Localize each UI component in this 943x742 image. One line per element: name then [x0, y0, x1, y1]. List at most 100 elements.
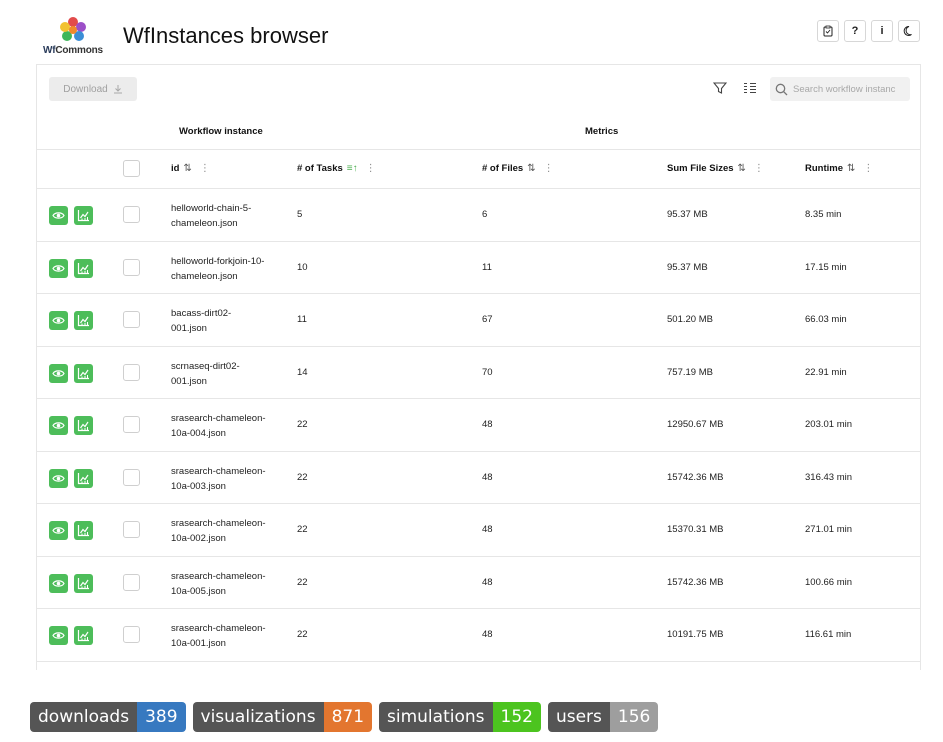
- tasks-count: 22: [297, 576, 308, 588]
- page-title: WfInstances browser: [123, 23, 329, 48]
- sort-icon[interactable]: ⇅: [183, 163, 191, 174]
- row-checkbox[interactable]: [123, 311, 140, 328]
- view-button[interactable]: [49, 206, 68, 225]
- wfcommons-logo[interactable]: WfCommons: [40, 16, 108, 60]
- tasks-count: 11: [297, 314, 307, 325]
- sort-icon[interactable]: ⇅: [847, 163, 855, 174]
- eye-icon: [52, 579, 65, 587]
- row-checkbox[interactable]: [123, 416, 140, 433]
- table-row[interactable]: scrnaseq-dirt02- 001.json 14 70 757.19 MB…: [37, 347, 920, 399]
- view-button[interactable]: [49, 416, 68, 435]
- table-row[interactable]: srasearch-chameleon- 10a-001.json 22 48 1…: [37, 609, 920, 662]
- table-row[interactable]: bacass-dirt02- 001.json 11 67 501.20 MB 6…: [37, 294, 920, 347]
- file-sizes: 501.20 MB: [667, 314, 713, 325]
- tasks-count: 10: [297, 261, 308, 273]
- tasks-count: 22: [297, 629, 308, 640]
- column-menu-icon[interactable]: ⋮: [544, 163, 554, 174]
- eye-icon: [52, 474, 65, 482]
- sort-icon[interactable]: ⇅: [527, 163, 535, 174]
- runtime: 316.43 min: [805, 471, 853, 483]
- table-row[interactable]: srasearch-chameleon- 10a-004.json 22 48 1…: [37, 399, 920, 452]
- table-row[interactable]: helloworld-chain-5- chameleon.json 5 6 95…: [37, 189, 920, 242]
- column-header-id[interactable]: id ⇅ ⋮: [171, 163, 210, 174]
- files-count: 70: [482, 366, 493, 378]
- row-checkbox[interactable]: [123, 206, 140, 223]
- visualize-button[interactable]: [74, 573, 93, 593]
- search-field[interactable]: [770, 77, 910, 101]
- file-sizes: 15742.36 MB: [667, 576, 724, 588]
- files-count: 48: [482, 524, 493, 535]
- view-button[interactable]: [49, 573, 68, 593]
- density-icon[interactable]: [743, 82, 757, 94]
- info-button[interactable]: i: [871, 20, 893, 42]
- instance-id: helloworld-chain-5- chameleon.json: [171, 203, 252, 229]
- view-button[interactable]: [49, 521, 68, 540]
- visualize-button[interactable]: [74, 521, 93, 540]
- chart-icon: [77, 525, 89, 537]
- column-menu-icon[interactable]: ⋮: [200, 163, 210, 174]
- badge-users: users 156: [547, 702, 659, 732]
- search-icon: [775, 83, 788, 95]
- row-checkbox[interactable]: [123, 573, 140, 591]
- table-row[interactable]: srasearch-chameleon- 10a-005.json 22 48 1…: [37, 557, 920, 609]
- badge-simulations: simulations 152: [379, 702, 541, 732]
- info-icon: i: [880, 25, 884, 37]
- visualize-button[interactable]: [74, 468, 93, 488]
- tasks-count: 22: [297, 419, 308, 430]
- view-button[interactable]: [49, 626, 68, 645]
- row-checkbox[interactable]: [123, 626, 140, 643]
- visualize-button[interactable]: [74, 258, 93, 278]
- visualize-button[interactable]: [74, 311, 93, 330]
- clipboard-icon: [823, 25, 833, 37]
- row-checkbox[interactable]: [123, 258, 140, 276]
- view-button[interactable]: [49, 258, 68, 278]
- column-menu-icon[interactable]: ⋮: [366, 163, 376, 174]
- view-button[interactable]: [49, 363, 68, 383]
- column-header-files[interactable]: # of Files ⇅ ⋮: [482, 163, 554, 174]
- row-checkbox[interactable]: [123, 363, 140, 381]
- eye-icon: [52, 369, 65, 377]
- visualize-button[interactable]: [74, 363, 93, 383]
- files-count: 6: [482, 209, 488, 220]
- file-sizes: 12950.67 MB: [667, 419, 724, 430]
- view-button[interactable]: [49, 311, 68, 330]
- instance-id: srasearch-chameleon- 10a-004.json: [171, 413, 266, 439]
- row-checkbox[interactable]: [123, 521, 140, 538]
- table-row[interactable]: helloworld-forkjoin-10- chameleon.json 10…: [37, 242, 920, 294]
- filter-icon[interactable]: [713, 81, 727, 95]
- download-button[interactable]: Download: [49, 77, 137, 101]
- help-button[interactable]: ?: [844, 20, 866, 42]
- table-row[interactable]: srasearch-chameleon- 10a-002.json 22 48 1…: [37, 504, 920, 557]
- group-metrics: Metrics: [585, 126, 619, 137]
- search-input[interactable]: [793, 83, 903, 95]
- column-header-tasks[interactable]: # of Tasks ≡↑ ⋮: [297, 163, 376, 174]
- view-button[interactable]: [49, 468, 68, 488]
- table-row[interactable]: srasearch-chameleon- 10a-003.json 22 48 1…: [37, 452, 920, 504]
- visualize-button[interactable]: [74, 206, 93, 225]
- file-sizes: 15370.31 MB: [667, 524, 724, 535]
- eye-icon: [52, 264, 65, 272]
- clipboard-button[interactable]: [817, 20, 839, 42]
- chart-icon: [77, 630, 89, 642]
- select-all-checkbox[interactable]: [123, 160, 140, 177]
- download-icon: [113, 85, 122, 94]
- logo-text: WfCommons: [43, 45, 103, 56]
- sort-ascending-icon[interactable]: ≡↑: [347, 163, 358, 174]
- instance-id: srasearch-chameleon- 10a-005.json: [171, 570, 266, 597]
- visualize-button[interactable]: [74, 416, 93, 435]
- runtime: 203.01 min: [805, 419, 853, 430]
- row-checkbox[interactable]: [123, 468, 140, 486]
- runtime: 66.03 min: [805, 314, 847, 325]
- column-header-row: id ⇅ ⋮ # of Tasks ≡↑ ⋮ # of Files ⇅ ⋮ Su…: [37, 150, 920, 189]
- column-header-runtime[interactable]: Runtime ⇅ ⋮: [805, 163, 873, 174]
- instance-id: srasearch-chameleon- 10a-003.json: [171, 465, 266, 492]
- column-header-file-sizes[interactable]: Sum File Sizes ⇅ ⋮: [667, 163, 764, 174]
- dark-mode-button[interactable]: [898, 20, 920, 42]
- column-menu-icon[interactable]: ⋮: [863, 163, 873, 174]
- visualize-button[interactable]: [74, 626, 93, 645]
- tasks-count: 14: [297, 366, 308, 378]
- column-menu-icon[interactable]: ⋮: [754, 163, 764, 174]
- top-toolbar: ? i: [817, 20, 920, 42]
- sort-icon[interactable]: ⇅: [738, 163, 746, 174]
- tasks-count: 22: [297, 524, 308, 535]
